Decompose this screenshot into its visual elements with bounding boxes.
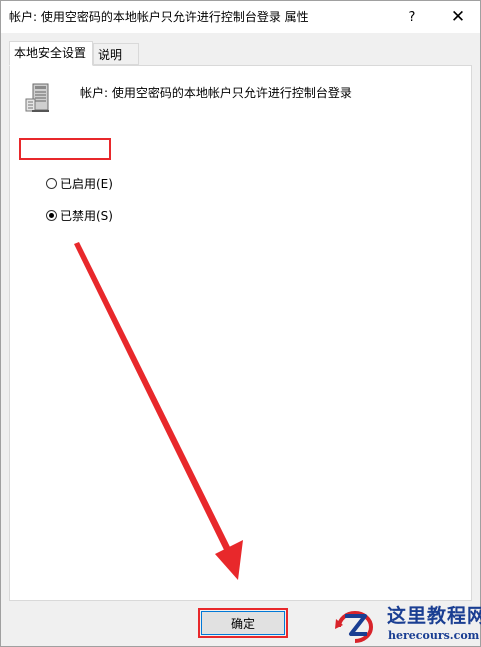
title-bar: 帐户: 使用空密码的本地帐户只允许进行控制台登录 属性 ? ✕ xyxy=(1,1,480,33)
policy-name: 帐户: 使用空密码的本地帐户只允许进行控制台登录 xyxy=(80,86,352,100)
help-button[interactable]: ? xyxy=(389,1,435,33)
close-button[interactable]: ✕ xyxy=(435,1,481,33)
watermark-en-text: herecours.com xyxy=(388,629,480,642)
highlight-ok-button xyxy=(198,608,288,638)
server-policy-icon xyxy=(25,83,49,112)
radio-disabled-label: 已禁用(S) xyxy=(60,208,113,223)
tab-explain[interactable]: 说明 xyxy=(93,43,139,65)
watermark-cn-text: 这里教程网 xyxy=(387,605,481,627)
radio-enabled-row[interactable]: 已启用(E) xyxy=(46,174,113,192)
radio-enabled[interactable] xyxy=(46,177,57,189)
properties-dialog: 帐户: 使用空密码的本地帐户只允许进行控制台登录 属性 ? ✕ 本地安全设置 说… xyxy=(0,0,481,647)
tab-local-security-setting[interactable]: 本地安全设置 xyxy=(9,41,93,66)
watermark: 这里教程网 herecours.com xyxy=(329,603,481,647)
radio-enabled-label: 已启用(E) xyxy=(60,176,113,191)
watermark-logo-icon xyxy=(335,611,373,643)
radio-disabled[interactable] xyxy=(46,209,57,221)
window-title: 帐户: 使用空密码的本地帐户只允许进行控制台登录 属性 xyxy=(9,10,309,24)
highlight-disabled-option xyxy=(19,138,111,160)
radio-disabled-row[interactable]: 已禁用(S) xyxy=(46,206,113,224)
